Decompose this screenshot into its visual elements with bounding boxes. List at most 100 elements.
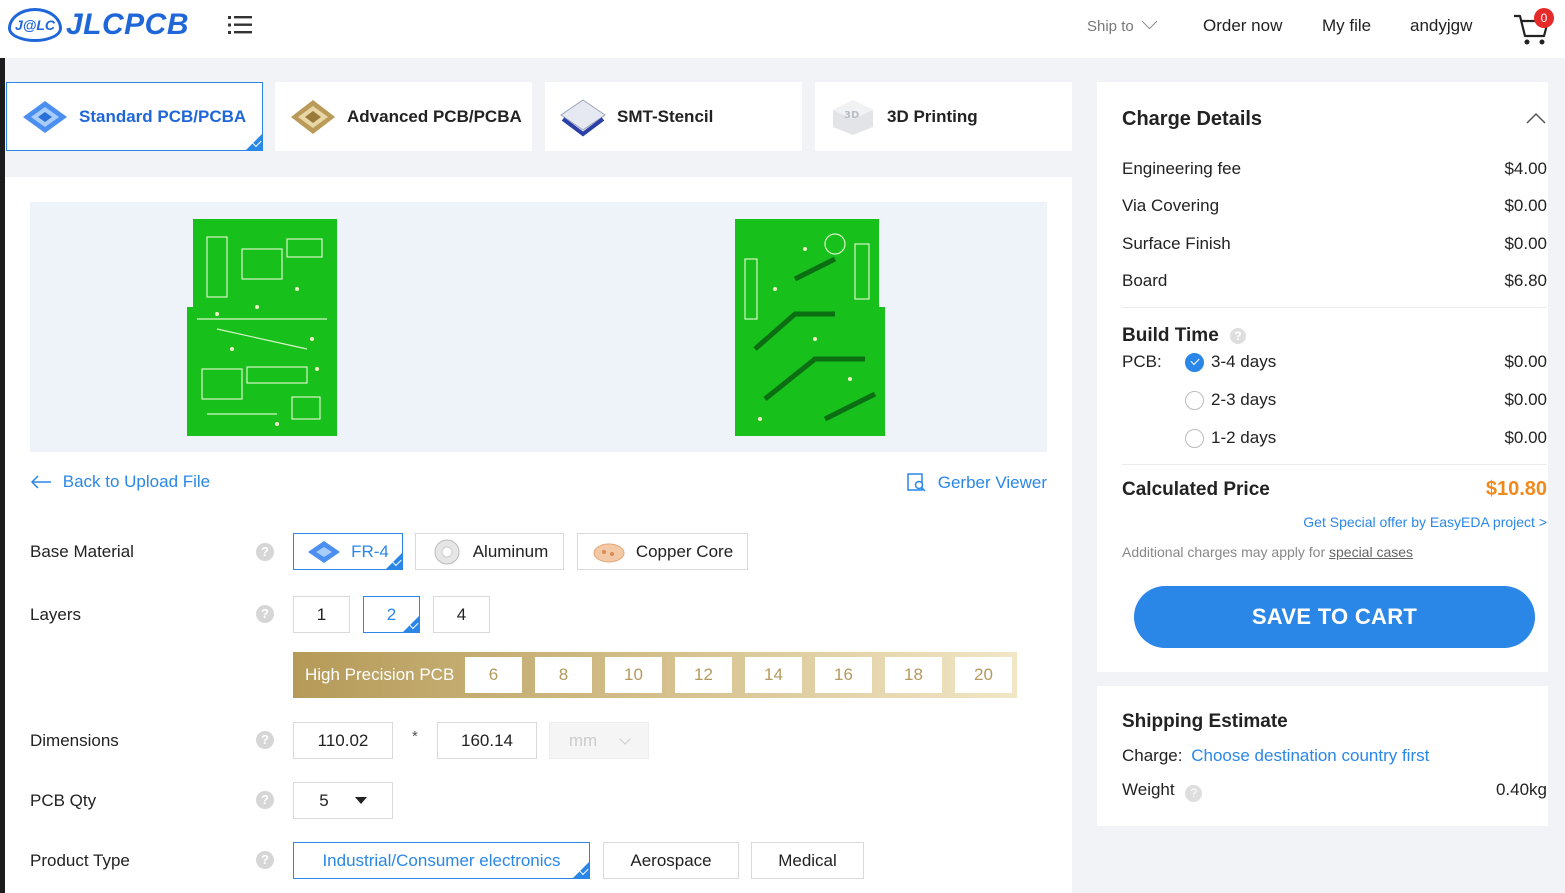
- layers-option-8[interactable]: 8: [535, 657, 592, 693]
- build-time-radio-1-2[interactable]: [1185, 429, 1204, 448]
- board-value: $6.80: [1504, 271, 1547, 290]
- pcb-qty-select[interactable]: 5: [293, 782, 393, 819]
- surface-finish-label: Surface Finish: [1122, 234, 1231, 253]
- calculated-price-value: $10.80: [1485, 478, 1547, 500]
- pcb-top-image: [187, 219, 337, 436]
- user-menu[interactable]: andyjgw: [1410, 16, 1472, 36]
- option-label: 2: [386, 604, 397, 624]
- build-time-radio-3-4[interactable]: [1185, 353, 1204, 372]
- dimension-height-input[interactable]: 160.14: [437, 722, 537, 759]
- logo-text: JLCPCB: [66, 8, 190, 41]
- help-icon[interactable]: ?: [256, 605, 274, 623]
- weight-value: 0.40kg: [1495, 780, 1547, 799]
- surface-finish-value: $0.00: [1504, 234, 1547, 253]
- help-icon[interactable]: ?: [256, 731, 274, 749]
- svg-text:3D: 3D: [844, 110, 859, 121]
- layers-option-6[interactable]: 6: [465, 657, 522, 693]
- chevron-down-icon: [1141, 13, 1157, 30]
- advanced-pcb-icon: [291, 99, 335, 134]
- divider: [1122, 307, 1547, 308]
- layers-label: Layers: [30, 605, 82, 624]
- build-time-option-label: 2-3 days: [1211, 390, 1277, 409]
- base-material-label: Base Material: [30, 542, 134, 561]
- shipping-charge-label: Charge:: [1122, 746, 1183, 765]
- help-icon[interactable]: ?: [1185, 785, 1203, 802]
- tab-smt-stencil[interactable]: SMT-Stencil: [545, 82, 802, 151]
- qty-value: 5: [319, 790, 329, 810]
- dimension-unit-select[interactable]: mm: [549, 722, 649, 759]
- tab-standard-pcb[interactable]: Standard PCB/PCBA: [6, 82, 263, 151]
- layers-option-18[interactable]: 18: [885, 657, 942, 693]
- tab-3d-printing[interactable]: 3D 3D Printing: [815, 82, 1072, 151]
- layers-option-20[interactable]: 20: [955, 657, 1012, 693]
- layers-option-16[interactable]: 16: [815, 657, 872, 693]
- jlcpcb-logo[interactable]: J@LC JLCPCB: [8, 8, 189, 42]
- gerber-viewer-link[interactable]: Gerber Viewer: [907, 472, 1047, 493]
- save-to-cart-button[interactable]: SAVE TO CART: [1134, 586, 1535, 648]
- standard-pcb-icon: [23, 100, 67, 133]
- charge-details-panel: Charge Details Engineering fee $4.00 Via…: [1097, 82, 1548, 672]
- cart-count-badge: 0: [1534, 8, 1554, 28]
- base-material-copper-core[interactable]: Copper Core: [577, 533, 748, 570]
- base-material-fr4[interactable]: FR-4: [293, 533, 403, 570]
- selected-check-icon: [402, 615, 420, 633]
- chevron-down-icon: [619, 732, 631, 745]
- order-now-link[interactable]: Order now: [1203, 16, 1282, 36]
- gerber-link-label: Gerber Viewer: [937, 473, 1048, 492]
- menu-icon[interactable]: [228, 14, 252, 36]
- layers-option-10[interactable]: 10: [605, 657, 662, 693]
- easyeda-offer-link[interactable]: Get Special offer by EasyEDA project >: [1303, 514, 1547, 530]
- divider: [1122, 464, 1547, 465]
- aluminum-icon: [434, 539, 460, 564]
- cart-button[interactable]: 0: [1512, 8, 1556, 48]
- dimension-separator: *: [412, 728, 418, 745]
- arrow-left-icon: [30, 475, 51, 489]
- dimensions-label: Dimensions: [30, 731, 119, 750]
- layers-option-12[interactable]: 12: [675, 657, 732, 693]
- help-icon[interactable]: ?: [256, 543, 274, 561]
- pcb-build-label: PCB:: [1122, 352, 1162, 371]
- build-time-option-label: 3-4 days: [1211, 352, 1277, 371]
- layers-option-2[interactable]: 2: [363, 596, 420, 633]
- layers-option-14[interactable]: 14: [745, 657, 802, 693]
- high-precision-label: High Precision PCB: [305, 665, 455, 684]
- back-to-upload-link[interactable]: Back to Upload File: [30, 472, 210, 492]
- build-time-label: Build Time: [1122, 325, 1219, 346]
- dimension-width-input[interactable]: 110.02: [293, 722, 393, 759]
- build-time-option-price: $0.00: [1504, 390, 1547, 409]
- help-icon[interactable]: ?: [256, 851, 274, 869]
- tab-advanced-pcb[interactable]: Advanced PCB/PCBA: [275, 82, 532, 151]
- product-type-medical[interactable]: Medical: [751, 842, 864, 879]
- chevron-up-icon[interactable]: [1526, 112, 1546, 124]
- back-link-label: Back to Upload File: [62, 472, 211, 491]
- pcb-bottom-image: [735, 219, 885, 436]
- layers-option-1[interactable]: 1: [293, 596, 350, 633]
- help-icon[interactable]: ?: [1230, 328, 1247, 344]
- choose-country-link[interactable]: Choose destination country first: [1191, 746, 1429, 765]
- build-time-radio-2-3[interactable]: [1185, 391, 1204, 410]
- 3d-printing-icon: 3D: [833, 99, 873, 135]
- tab-label: SMT-Stencil: [617, 106, 714, 126]
- calculated-price-label: Calculated Price: [1122, 479, 1270, 500]
- unit-label: mm: [568, 730, 598, 750]
- caret-down-icon: [354, 797, 367, 804]
- base-material-aluminum[interactable]: Aluminum: [415, 533, 564, 570]
- tab-label: 3D Printing: [887, 106, 978, 126]
- selected-check-icon: [572, 861, 590, 879]
- ship-to-dropdown[interactable]: Ship to: [1087, 13, 1157, 35]
- via-covering-label: Via Covering: [1122, 196, 1220, 215]
- build-time-option-price: $0.00: [1504, 352, 1547, 371]
- build-time-title: Build Time ?: [1122, 325, 1247, 347]
- weight-label: Weight: [1122, 780, 1175, 799]
- my-file-link[interactable]: My file: [1322, 16, 1371, 36]
- layers-option-4[interactable]: 4: [433, 596, 490, 633]
- ship-to-label: Ship to: [1087, 18, 1134, 35]
- help-icon[interactable]: ?: [256, 791, 274, 809]
- product-type-industrial[interactable]: Industrial/Consumer electronics: [293, 842, 590, 879]
- special-cases-link[interactable]: special cases: [1329, 544, 1413, 560]
- engineering-fee-label: Engineering fee: [1122, 159, 1242, 178]
- tab-label: Advanced PCB/PCBA: [347, 106, 522, 126]
- engineering-fee-value: $4.00: [1504, 159, 1547, 178]
- product-type-aerospace[interactable]: Aerospace: [603, 842, 739, 879]
- build-time-option-label: 1-2 days: [1211, 428, 1277, 447]
